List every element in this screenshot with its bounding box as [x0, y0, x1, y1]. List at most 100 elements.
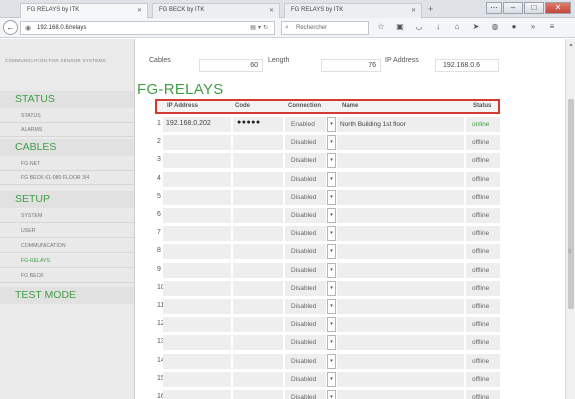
browser-tab-3[interactable]: FG RELAYS by ITK ✕: [284, 3, 422, 18]
send-icon[interactable]: ➤: [471, 22, 481, 31]
ip-address-input[interactable]: [163, 208, 231, 223]
name-input[interactable]: [337, 317, 464, 333]
code-input[interactable]: ●●●●●: [233, 117, 283, 132]
name-input[interactable]: [337, 262, 464, 278]
scroll-up-arrow-icon[interactable]: ▲: [567, 41, 575, 49]
ip-address-input[interactable]: [163, 244, 231, 260]
dropdown-chevron-icon[interactable]: ▾: [327, 335, 336, 351]
name-input[interactable]: [337, 371, 464, 387]
home-icon[interactable]: ⌂: [452, 22, 462, 31]
name-input[interactable]: [337, 208, 464, 223]
ip-address-input[interactable]: [163, 153, 231, 169]
connection-select[interactable]: Disabled: [285, 299, 326, 314]
dropdown-chevron-icon[interactable]: ▾: [327, 262, 336, 278]
dropdown-chevron-icon[interactable]: ▾: [327, 299, 336, 314]
pocket-icon[interactable]: ◡: [414, 22, 424, 31]
sidebar-section-cables[interactable]: CABLES: [0, 139, 134, 156]
ip-address-input[interactable]: [163, 299, 231, 314]
code-input[interactable]: [233, 208, 283, 223]
sidebar-item-fg-net[interactable]: FG-NET: [0, 158, 134, 171]
ip-address-input[interactable]: [163, 335, 231, 351]
connection-select[interactable]: Disabled: [285, 244, 326, 260]
code-input[interactable]: [233, 153, 283, 169]
ip-address-input[interactable]: [163, 226, 231, 242]
name-input[interactable]: [337, 153, 464, 169]
name-input[interactable]: [337, 189, 464, 205]
dropdown-chevron-icon[interactable]: ▾: [327, 280, 336, 296]
overflow-chevron-icon[interactable]: »: [528, 22, 538, 31]
extension-icon[interactable]: ◍: [490, 22, 500, 31]
connection-select[interactable]: Disabled: [285, 371, 326, 387]
scrollbar-thumb[interactable]: [568, 99, 574, 309]
code-input[interactable]: [233, 280, 283, 296]
connection-select[interactable]: Disabled: [285, 153, 326, 169]
connection-select[interactable]: Enabled: [285, 117, 326, 132]
sidebar-section-test-mode[interactable]: TEST MODE: [0, 287, 134, 304]
name-input[interactable]: [337, 390, 464, 399]
code-input[interactable]: [233, 335, 283, 351]
name-input[interactable]: [337, 226, 464, 242]
search-input[interactable]: ⌕ Rechercher: [281, 21, 369, 35]
tab-close-icon[interactable]: ✕: [411, 7, 416, 14]
ip-address-input[interactable]: [163, 371, 231, 387]
code-input[interactable]: [233, 171, 283, 187]
ip-address-input[interactable]: [163, 280, 231, 296]
connection-select[interactable]: Disabled: [285, 171, 326, 187]
code-input[interactable]: [233, 226, 283, 242]
sidebar-item-user[interactable]: USER: [0, 225, 134, 238]
dropdown-chevron-icon[interactable]: ▾: [327, 153, 336, 169]
dropdown-chevron-icon[interactable]: ▾: [327, 189, 336, 205]
connection-select[interactable]: Disabled: [285, 353, 326, 369]
page-scrollbar[interactable]: ▲ ≡: [565, 39, 575, 399]
window-extra-button[interactable]: ⋯: [486, 2, 502, 14]
ip-address-input[interactable]: [163, 189, 231, 205]
dropdown-chevron-icon[interactable]: ▾: [327, 353, 336, 369]
code-input[interactable]: [233, 244, 283, 260]
bookmark-star-icon[interactable]: ☆: [376, 22, 386, 31]
ip-address-input[interactable]: [163, 135, 231, 151]
dropdown-chevron-icon[interactable]: ▾: [327, 371, 336, 387]
ip-address-input[interactable]: [163, 317, 231, 333]
name-input[interactable]: [337, 353, 464, 369]
dropdown-chevron-icon[interactable]: ▾: [327, 208, 336, 223]
code-input[interactable]: [233, 390, 283, 399]
name-input[interactable]: [337, 299, 464, 314]
minimize-button[interactable]: –: [503, 2, 523, 14]
sidebar-section-status[interactable]: STATUS: [0, 91, 134, 108]
ip-address-field[interactable]: 192.168.0.6: [435, 59, 499, 72]
code-input[interactable]: [233, 353, 283, 369]
dropdown-chevron-icon[interactable]: ▾: [327, 226, 336, 242]
sidebar-item-fg-beck[interactable]: FG BECK: [0, 270, 134, 283]
sidebar-section-setup[interactable]: SETUP: [0, 191, 134, 208]
download-arrow-icon[interactable]: ↓: [433, 22, 443, 31]
dropdown-chevron-icon[interactable]: ▾: [327, 135, 336, 151]
new-tab-icon[interactable]: +: [428, 4, 433, 14]
code-input[interactable]: [233, 317, 283, 333]
dropdown-chevron-icon[interactable]: ▾: [327, 244, 336, 260]
name-input[interactable]: North Building 1st floor: [337, 117, 464, 132]
ip-address-input[interactable]: [163, 171, 231, 187]
ip-address-input[interactable]: [163, 353, 231, 369]
connection-select[interactable]: Disabled: [285, 317, 326, 333]
browser-tab-2[interactable]: FG BECK by ITK ✕: [152, 3, 280, 18]
maximize-button[interactable]: □: [524, 2, 544, 14]
name-input[interactable]: [337, 171, 464, 187]
connection-select[interactable]: Disabled: [285, 135, 326, 151]
code-input[interactable]: [233, 189, 283, 205]
dropdown-chevron-icon[interactable]: ▾: [327, 117, 336, 132]
close-window-button[interactable]: ✕: [545, 2, 571, 14]
sidebar-item-status[interactable]: STATUS: [0, 110, 134, 123]
dropdown-chevron-icon[interactable]: ▾: [327, 171, 336, 187]
tab-close-icon[interactable]: ✕: [269, 7, 274, 14]
sidebar-item-fg-beck-floor[interactable]: FG BECK 61-080 FLOOR 3/4: [0, 172, 134, 185]
code-input[interactable]: [233, 135, 283, 151]
connection-select[interactable]: Disabled: [285, 189, 326, 205]
ip-address-input[interactable]: [163, 390, 231, 399]
connection-select[interactable]: Disabled: [285, 390, 326, 399]
ip-address-input[interactable]: [163, 262, 231, 278]
menu-icon[interactable]: ≡: [547, 22, 557, 31]
dropdown-chevron-icon[interactable]: ▾: [327, 317, 336, 333]
browser-tab-1[interactable]: FG RELAYS by ITK ✕: [20, 3, 148, 18]
connection-select[interactable]: Disabled: [285, 280, 326, 296]
back-arrow-icon[interactable]: ←: [3, 20, 18, 35]
